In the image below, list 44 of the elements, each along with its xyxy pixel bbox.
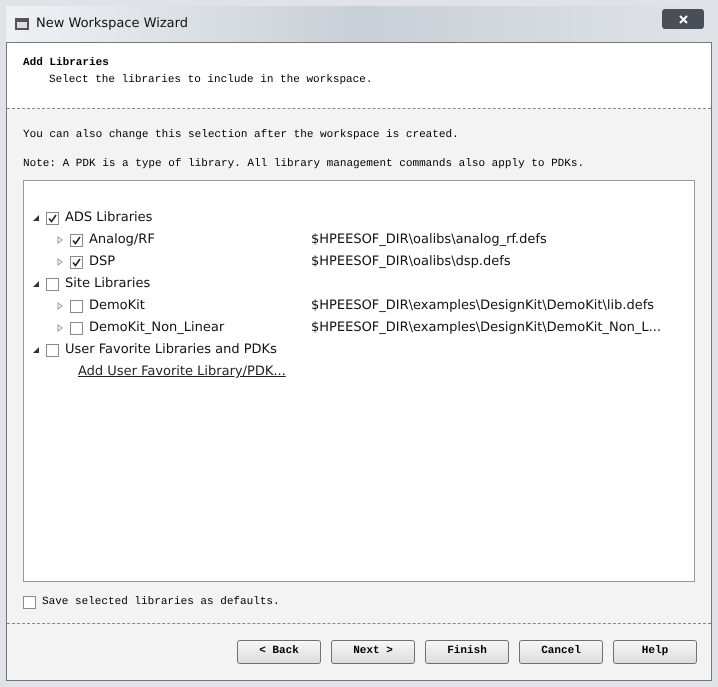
expanded-arrow-icon[interactable] (32, 346, 40, 354)
library-name: Analog/RF (89, 231, 156, 250)
library-name: ADS Libraries (65, 209, 154, 228)
add-library-link[interactable]: Add User Favorite Library/PDK... (78, 362, 286, 382)
page-title: Add Libraries (23, 56, 110, 71)
checkmark-icon (72, 236, 81, 244)
close-icon (678, 14, 688, 24)
checkmark-icon (72, 258, 81, 266)
collapsed-arrow-icon[interactable] (56, 258, 64, 266)
collapsed-arrow-icon[interactable] (56, 324, 64, 332)
checkbox[interactable] (46, 278, 59, 290)
expanded-arrow-icon[interactable] (32, 214, 40, 222)
dialog-button[interactable]: Cancel (519, 640, 603, 664)
checkbox[interactable] (70, 322, 83, 334)
library-name: DemoKit (89, 297, 146, 316)
app-icon (14, 16, 30, 32)
expanded-arrow-icon[interactable] (32, 280, 40, 288)
window-title: New Workspace Wizard (36, 15, 190, 34)
checkbox[interactable] (46, 344, 59, 356)
checkbox[interactable] (70, 300, 83, 312)
dialog-button[interactable]: Next > (331, 640, 415, 664)
checkbox[interactable] (70, 256, 83, 268)
library-path: $HPEESOF_DIR\oalibs\analog_rf.defs (311, 231, 547, 250)
collapsed-arrow-icon[interactable] (56, 236, 64, 244)
dialog-button[interactable]: Help (613, 640, 697, 664)
save-defaults-label: Save selected libraries as defaults. (42, 595, 280, 610)
library-name: DemoKit_Non_Linear (89, 319, 226, 338)
page-subtitle: Select the libraries to include in the workspace. (48, 72, 374, 88)
library-name: User Favorite Libraries and PDKs (65, 341, 278, 360)
library-path: $HPEESOF_DIR\oalibs\dsp.defs (311, 253, 511, 272)
library-name: DSP (89, 253, 116, 272)
note-text: You can also change this selection after the workspace is created. (23, 128, 460, 143)
checkbox[interactable] (23, 596, 36, 609)
library-path: $HPEESOF_DIR\examples\DesignKit\DemoKit\lib.defs (311, 297, 654, 316)
close-button[interactable] (662, 9, 704, 29)
dialog-button[interactable]: Finish (425, 640, 509, 664)
library-name: Site Libraries (65, 275, 152, 294)
collapsed-arrow-icon[interactable] (56, 302, 64, 310)
checkbox[interactable] (70, 234, 83, 246)
checkmark-icon (48, 214, 57, 222)
note-text: Note: A PDK is a type of library. All library management commands also apply to PDKs. (23, 156, 586, 172)
library-path: $HPEESOF_DIR\examples\DesignKit\DemoKit_Non_L... (311, 319, 662, 338)
checkbox[interactable] (46, 212, 59, 224)
dialog-button[interactable]: < Back (237, 640, 321, 664)
